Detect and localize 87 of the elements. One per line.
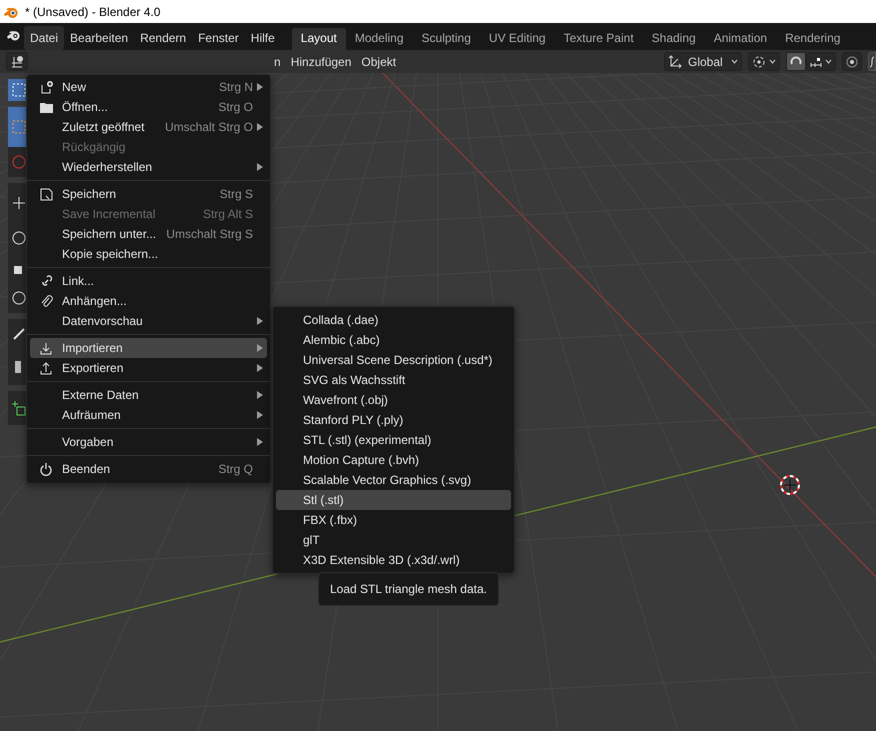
menu-item[interactable]: New Strg N — [30, 77, 267, 97]
3d-cursor-icon — [778, 473, 802, 497]
tooltip: Load STL triangle mesh data. — [318, 572, 499, 606]
header-menu[interactable]: n — [274, 52, 281, 70]
submenu-arrow-icon — [257, 344, 263, 352]
menu-item[interactable]: Wiederherstellen — [30, 157, 267, 177]
menu-item[interactable]: Speichern Strg S — [30, 184, 267, 204]
menu-item[interactable]: Bearbeiten — [64, 26, 134, 50]
shortcut-text: Strg O — [218, 99, 253, 116]
workspace-tab[interactable]: Layout — [292, 28, 346, 50]
menu-item[interactable]: Fenster — [192, 26, 245, 50]
header-menu[interactable]: Objekt — [361, 52, 396, 70]
new-file-icon — [39, 80, 53, 94]
submenu-arrow-icon — [257, 82, 263, 91]
mode-icon[interactable] — [6, 52, 28, 71]
submenu-arrow-icon — [257, 316, 263, 325]
menu-item[interactable]: Zuletzt geöffnet Umschalt Strg O — [30, 117, 267, 137]
chevron-down-icon — [825, 59, 832, 64]
submenu-arrow-icon — [257, 364, 263, 372]
workspace-tab[interactable]: Texture Paint — [554, 28, 643, 50]
pivot-icon — [752, 54, 766, 68]
submenu-arrow-icon — [257, 122, 263, 131]
menu-item[interactable]: Wavefront (.obj) — [276, 390, 511, 410]
submenu-arrow-icon — [257, 162, 263, 171]
menu-item[interactable]: Collada (.dae) — [276, 310, 511, 330]
curve-icon — [869, 56, 875, 68]
shortcut-text: Strg S — [220, 186, 253, 203]
magnet-icon[interactable] — [786, 52, 806, 71]
shortcut-text: Umschalt Strg S — [166, 226, 253, 243]
transform-orientation-dropdown[interactable]: Global — [664, 52, 742, 71]
menu-item[interactable]: Anhängen... — [30, 291, 267, 311]
menu-item[interactable]: Datei — [24, 26, 64, 50]
app-logo-icon — [6, 29, 21, 41]
menu-item[interactable]: Motion Capture (.bvh) — [276, 450, 511, 470]
power-icon — [39, 462, 53, 476]
menu-item[interactable]: Link... — [30, 271, 267, 291]
menu-item[interactable]: Exportieren — [30, 358, 267, 378]
snap-increment-icon — [810, 56, 822, 68]
shortcut-text: Strg Q — [218, 461, 253, 478]
menu-item[interactable]: X3D Extensible 3D (.x3d/.wrl) — [276, 550, 511, 570]
submenu-arrow-icon — [257, 390, 263, 399]
window-title: * (Unsaved) - Blender 4.0 — [25, 4, 160, 20]
chevron-down-icon — [731, 59, 738, 64]
menu-item[interactable]: Alembic (.abc) — [276, 330, 511, 350]
menu-item[interactable]: glT — [276, 530, 511, 550]
snap-dropdown[interactable] — [806, 52, 836, 71]
menu-item[interactable]: FBX (.fbx) — [276, 510, 511, 530]
menu-item[interactable]: Vorgaben — [30, 432, 267, 452]
shortcut-text: Umschalt Strg O — [164, 119, 253, 136]
falloff-button[interactable] — [868, 52, 876, 71]
menu-item[interactable]: Datenvorschau — [30, 311, 267, 331]
proportional-edit-icon[interactable] — [842, 52, 862, 71]
menu-item[interactable]: Öffnen... Strg O — [30, 97, 267, 117]
menu-item[interactable]: Rendern — [134, 26, 192, 50]
shortcut-text: Strg Alt S — [202, 206, 253, 223]
menu-item[interactable]: Beenden Strg Q — [30, 459, 267, 479]
chevron-down-icon — [769, 59, 776, 64]
shortcut-text: Strg N — [218, 79, 253, 96]
menu-item[interactable]: STL (.stl) (experimental) — [276, 430, 511, 450]
menu-item[interactable]: SVG als Wachsstift — [276, 370, 511, 390]
menu-item[interactable]: Aufräumen — [30, 405, 267, 425]
link-icon — [39, 274, 53, 288]
workspace-tab[interactable]: Modeling — [346, 28, 413, 50]
menu-item[interactable]: Scalable Vector Graphics (.svg) — [276, 470, 511, 490]
submenu-arrow-icon — [257, 438, 263, 446]
menu-item[interactable]: Hilfe — [244, 26, 281, 50]
submenu-arrow-icon — [257, 410, 263, 419]
paperclip-icon — [39, 294, 53, 308]
upload-icon — [39, 361, 53, 375]
save-icon — [39, 187, 53, 201]
pivot-dropdown[interactable] — [748, 52, 780, 71]
menu-item[interactable]: Importieren — [30, 338, 267, 358]
menu-item[interactable]: Stl (.stl) — [276, 490, 511, 510]
menu-item[interactable]: Speichern unter... Umschalt Strg S — [30, 224, 267, 244]
axes-icon — [668, 54, 682, 68]
workspace-tab[interactable]: Rendering — [776, 28, 850, 50]
download-icon — [39, 341, 53, 355]
workspace-tab[interactable]: UV Editing — [480, 28, 555, 50]
menu-item[interactable]: Externe Daten — [30, 385, 267, 405]
workspace-tab[interactable]: Sculpting — [412, 28, 480, 50]
workspace-tab[interactable]: Shading — [642, 28, 705, 50]
menu-item[interactable]: Universal Scene Description (.usd*) — [276, 350, 511, 370]
menu-item[interactable]: Kopie speichern... — [30, 244, 267, 264]
header-menu[interactable]: Hinzufügen — [290, 52, 352, 70]
folder-icon — [39, 100, 53, 114]
menu-item[interactable]: Stanford PLY (.ply) — [276, 410, 511, 430]
workspace-tab[interactable]: Animation — [704, 28, 776, 50]
